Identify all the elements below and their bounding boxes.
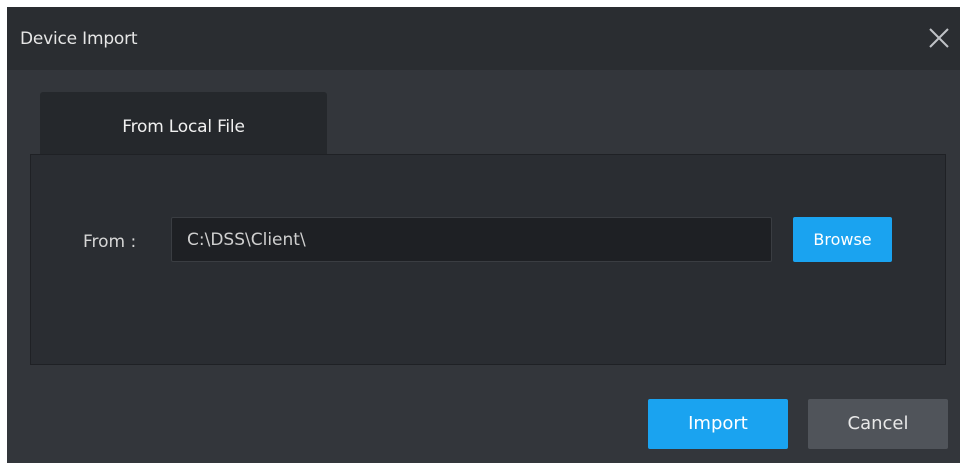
- cancel-button[interactable]: Cancel: [808, 399, 948, 449]
- import-button[interactable]: Import: [648, 399, 788, 449]
- from-label: From :: [83, 232, 137, 252]
- dialog-titlebar: Device Import: [7, 7, 960, 70]
- tab-label: From Local File: [122, 117, 245, 137]
- device-import-dialog: Device Import From Local File From : Bro…: [7, 7, 960, 463]
- tab-from-local-file[interactable]: From Local File: [40, 92, 327, 154]
- browse-button[interactable]: Browse: [793, 217, 892, 262]
- dialog-title: Device Import: [20, 29, 138, 49]
- dialog-body: From Local File From : Browse Import Can…: [7, 70, 960, 463]
- file-path-input[interactable]: [171, 217, 772, 262]
- import-panel: From : Browse: [30, 154, 946, 365]
- close-icon[interactable]: [926, 25, 952, 51]
